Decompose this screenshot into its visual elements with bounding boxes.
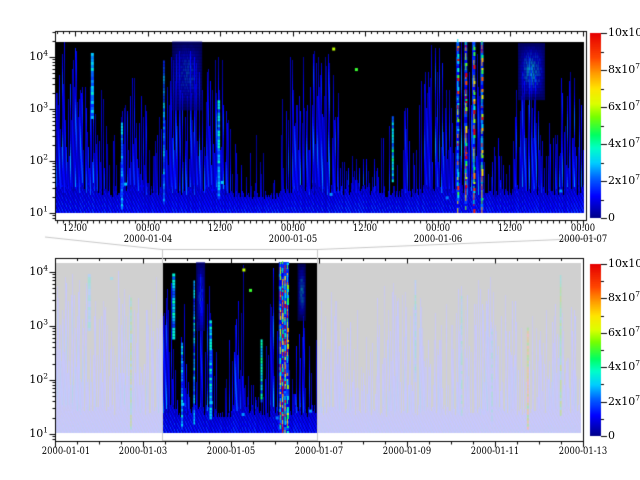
colorbar-tick-label: 6x107	[608, 101, 640, 113]
colorbar-tick-label: 2x107	[608, 175, 640, 187]
x-tick-time-label: 00:00	[423, 223, 452, 234]
y-tick-label: 104	[2, 51, 48, 63]
overview-y-tick-label: 101	[2, 428, 48, 440]
overview-y-tick-label: 102	[2, 374, 48, 386]
y-tick-label: 101	[2, 207, 48, 219]
x-tick-time-label: 00:00	[133, 223, 162, 234]
x-tick-time-label: 00:00	[278, 223, 307, 234]
overview-x-tick-label: 2000-01-05	[202, 446, 260, 457]
x-tick-time-label: 12:00	[351, 223, 380, 234]
x-tick-date-label: 2000-01-07	[554, 234, 612, 245]
overview-y-tick-label: 103	[2, 320, 48, 332]
colorbar-tick-label: 4x107	[608, 138, 640, 150]
overview-y-tick-label: 104	[2, 266, 48, 278]
overview-colorbar-tick-label: 10x107	[608, 258, 640, 270]
selection-region[interactable]	[162, 249, 317, 441]
overview-x-tick-label: 2000-01-13	[554, 446, 612, 457]
overview-x-tick-label: 2000-01-09	[378, 446, 436, 457]
x-tick-date-label: 2000-01-04	[119, 234, 177, 245]
colorbar-tick-label: 10x107	[608, 27, 640, 39]
x-tick-time-label: 12:00	[61, 223, 90, 234]
colorbar-bottom	[590, 264, 601, 436]
spectrogram-figure: 12:0000:002000-01-0412:0000:002000-01-05…	[0, 0, 640, 480]
x-tick-time-label: 00:00	[569, 223, 598, 234]
colorbar-top	[590, 33, 601, 218]
x-tick-date-label: 2000-01-05	[264, 234, 322, 245]
overview-x-tick-label: 2000-01-01	[37, 446, 95, 457]
overview-x-tick-label: 2000-01-07	[290, 446, 348, 457]
colorbar-tick-label: 8x107	[608, 64, 640, 76]
y-tick-label: 103	[2, 103, 48, 115]
overview-colorbar-tick-label: 2x107	[608, 396, 640, 408]
y-tick-label: 102	[2, 155, 48, 167]
colorbar-tick-label: 0	[608, 212, 615, 224]
top-spectrogram-panel[interactable]	[55, 31, 586, 220]
overview-colorbar-tick-label: 4x107	[608, 361, 640, 373]
overview-colorbar-tick-label: 8x107	[608, 292, 640, 304]
x-tick-time-label: 12:00	[496, 223, 525, 234]
overview-colorbar-tick-label: 0	[608, 430, 615, 442]
x-tick-date-label: 2000-01-06	[409, 234, 467, 245]
overview-x-tick-label: 2000-01-03	[114, 446, 172, 457]
x-tick-time-label: 12:00	[206, 223, 235, 234]
overview-x-tick-label: 2000-01-11	[466, 446, 524, 457]
overview-spectrogram-panel[interactable]	[55, 258, 583, 441]
overview-colorbar-tick-label: 6x107	[608, 327, 640, 339]
